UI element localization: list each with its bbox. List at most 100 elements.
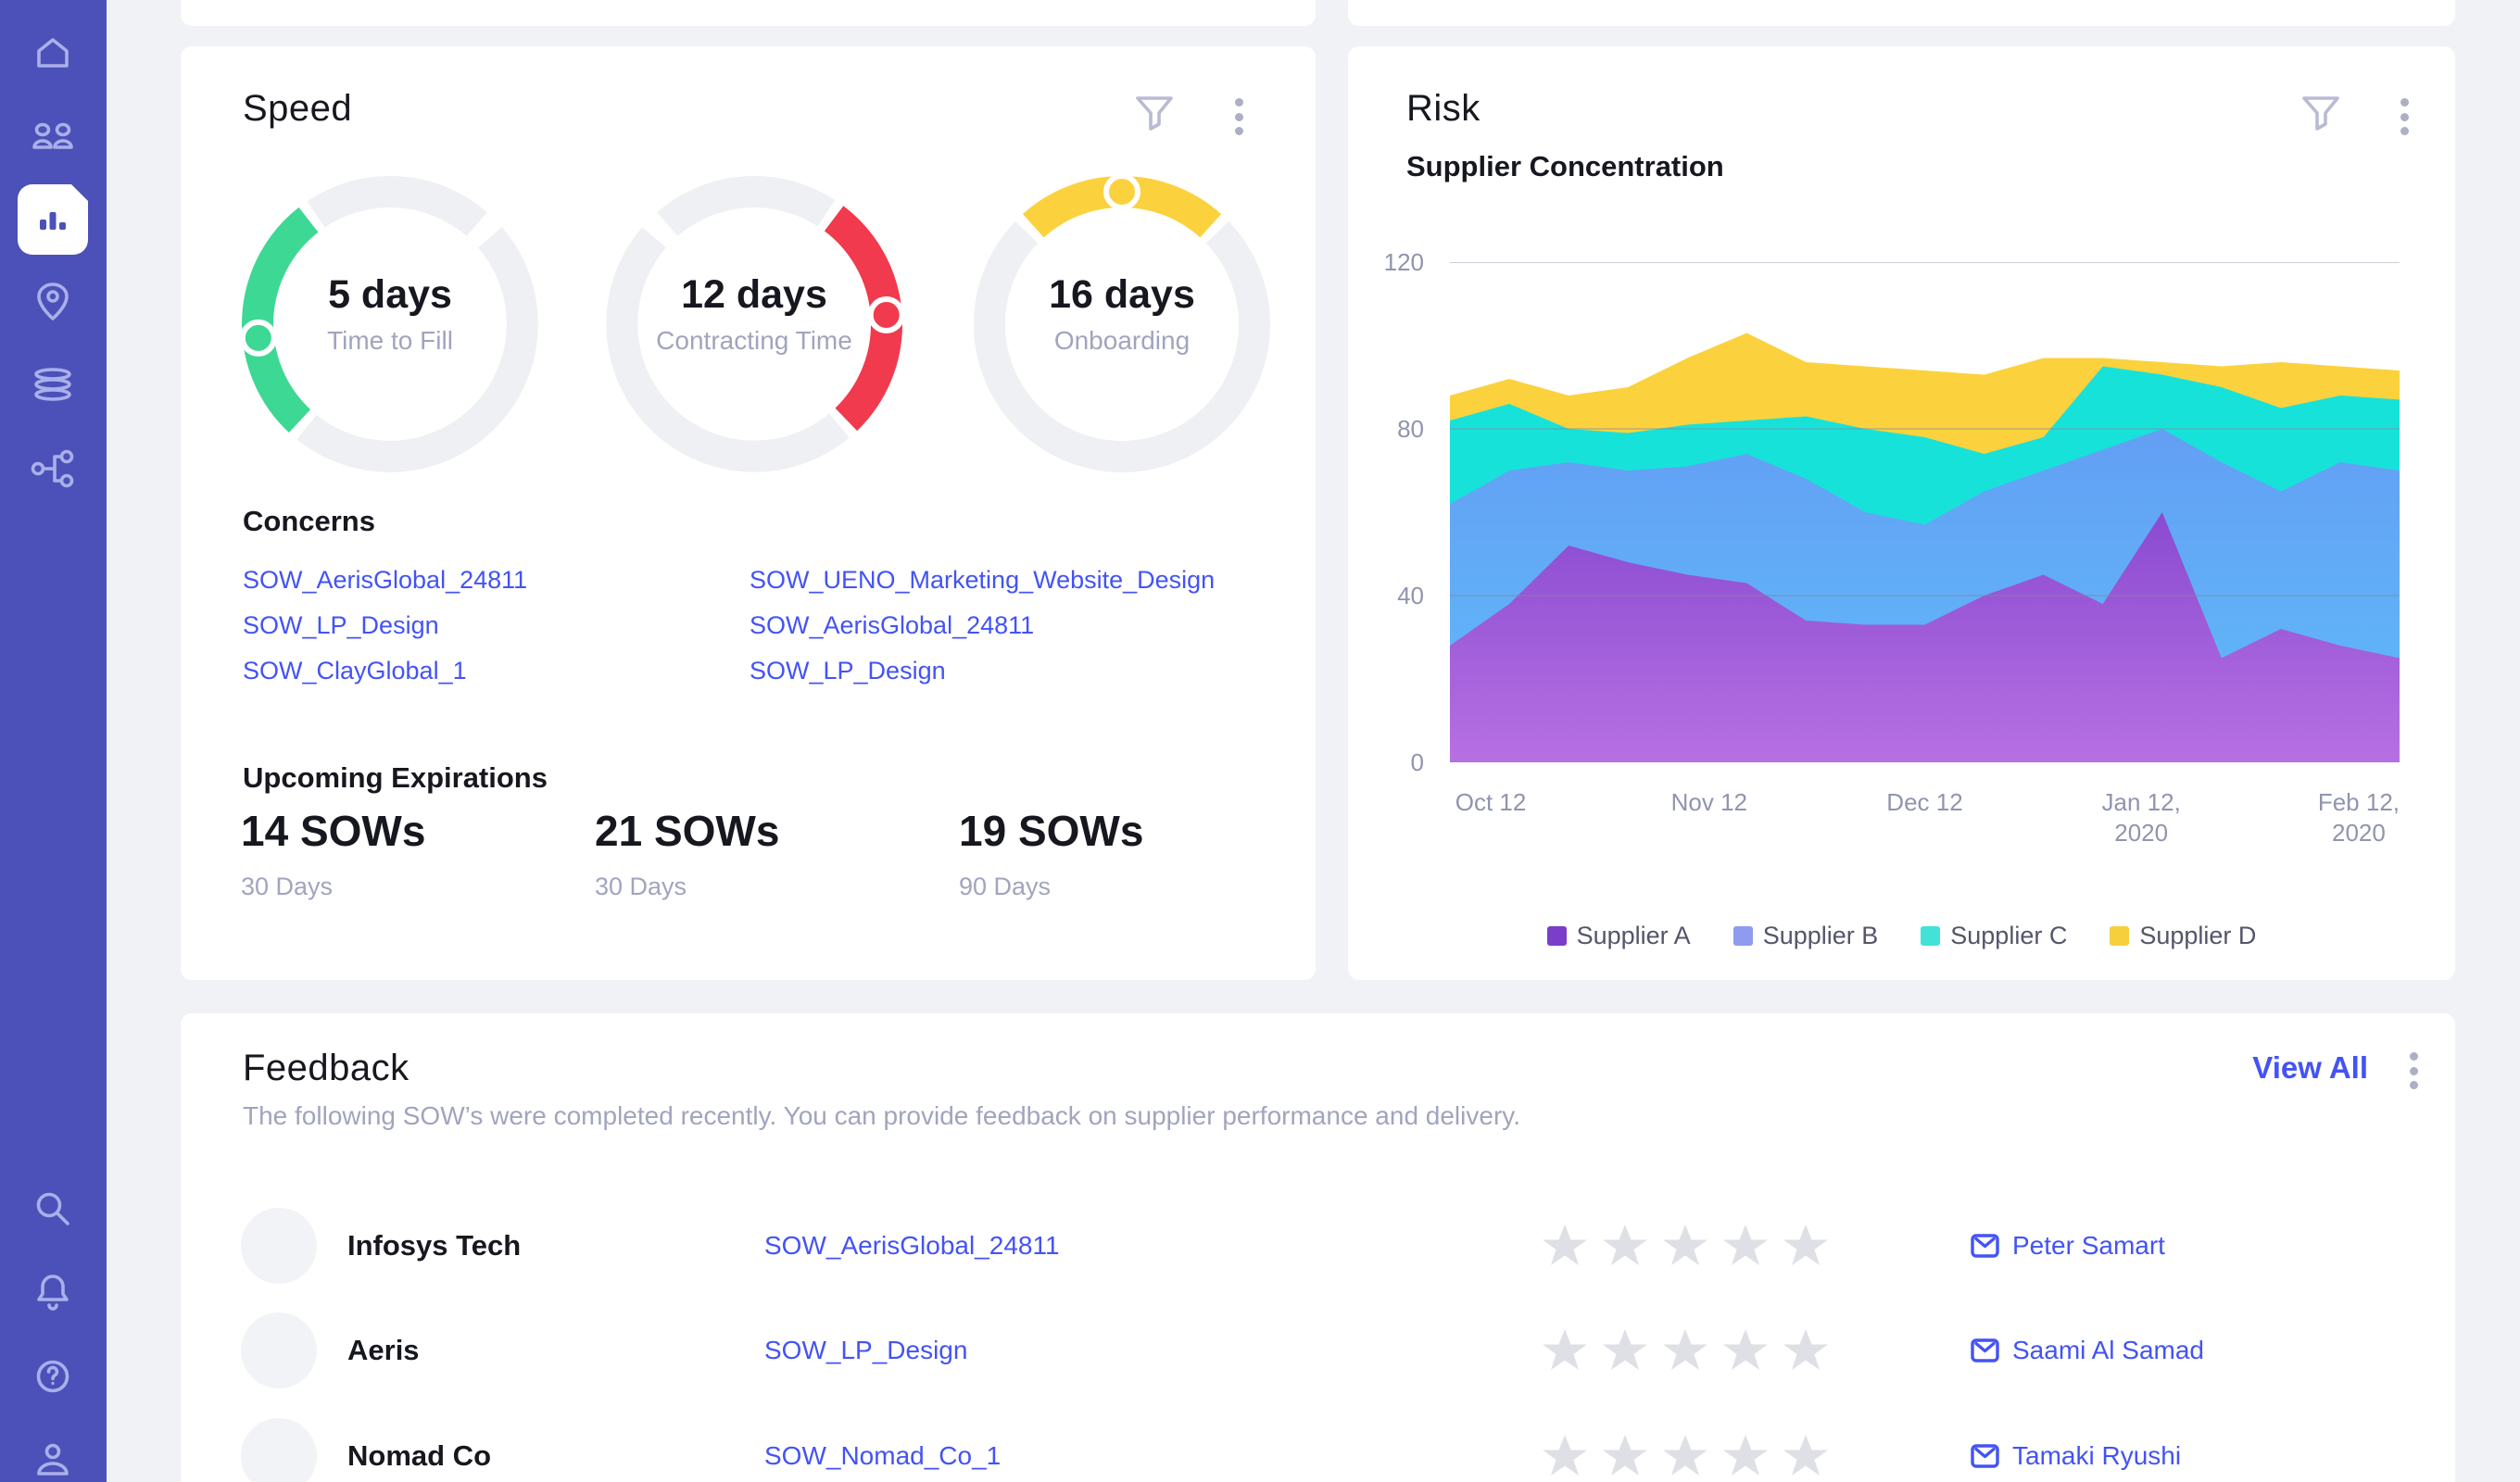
expiration-stat: 19 SOWs 90 Days: [959, 806, 1143, 901]
more-options-icon[interactable]: [2409, 1052, 2418, 1089]
expiration-count: 21 SOWs: [595, 806, 779, 856]
sidebar-item-reports-active[interactable]: [18, 184, 88, 255]
chart-legend: Supplier A Supplier B Supplier C Supplie…: [1348, 922, 2455, 950]
concern-item: SOW_AerisGlobal_24811: [750, 603, 1215, 648]
star-icon[interactable]: [1541, 1433, 1589, 1479]
star-icon[interactable]: [1601, 1223, 1649, 1269]
sidebar-item-team[interactable]: [30, 114, 76, 160]
more-options-icon[interactable]: [2400, 98, 2409, 135]
sow-link[interactable]: SOW_UENO_Marketing_Website_Design: [750, 566, 1215, 594]
filter-icon[interactable]: [2299, 93, 2343, 133]
star-icon[interactable]: [1661, 1223, 1709, 1269]
envelope-icon: [1971, 1444, 1999, 1468]
risk-card-title: Risk: [1406, 88, 1480, 130]
star-icon[interactable]: [1721, 1433, 1770, 1479]
star-rating[interactable]: [1541, 1433, 1830, 1479]
contact-link[interactable]: Saami Al Samad: [1971, 1336, 2204, 1365]
x-tick-label: Nov 12: [1631, 787, 1788, 818]
concern-item: SOW_LP_Design: [750, 648, 1215, 694]
expiration-period: 30 Days: [595, 873, 779, 901]
legend-swatch: [1921, 926, 1940, 946]
risk-card: Risk Supplier Concentration Supplier A S…: [1348, 46, 2455, 980]
star-icon[interactable]: [1541, 1327, 1589, 1374]
view-all-link[interactable]: View All: [2252, 1050, 2368, 1086]
dashboard-page: Speed Concerns SOW_AerisGlobal_24811SOW_…: [0, 0, 2520, 1482]
search-icon: [32, 1187, 74, 1230]
gauge-value: 5 days: [233, 272, 548, 318]
contact-link[interactable]: Tamaki Ryushi: [1971, 1441, 2181, 1471]
star-icon[interactable]: [1601, 1433, 1649, 1479]
sidebar-item-network[interactable]: [30, 446, 76, 492]
more-options-icon[interactable]: [1234, 98, 1243, 135]
sow-link[interactable]: SOW_AerisGlobal_24811: [243, 566, 527, 594]
envelope-icon: [1971, 1338, 1999, 1363]
legend-label: Supplier D: [2139, 922, 2256, 950]
home-icon: [32, 31, 74, 74]
star-icon[interactable]: [1782, 1327, 1830, 1374]
network-icon: [30, 447, 76, 490]
star-icon[interactable]: [1661, 1433, 1709, 1479]
gauge-value: 16 days: [964, 272, 1279, 318]
user-icon: [32, 1438, 74, 1480]
page-fold: [70, 183, 89, 202]
contact-link[interactable]: Peter Samart: [1971, 1231, 2165, 1261]
sidebar-item-notifications[interactable]: [30, 1269, 76, 1315]
legend-swatch: [1733, 926, 1753, 946]
supplier-name: Nomad Co: [347, 1439, 491, 1473]
bar-chart-icon: [32, 199, 73, 240]
sow-link[interactable]: SOW_Nomad_Co_1: [764, 1441, 1001, 1471]
expirations-heading: Upcoming Expirations: [243, 761, 548, 795]
gauge-3: [964, 167, 1279, 482]
legend-label: Supplier A: [1577, 922, 1691, 950]
sidebar-item-search[interactable]: [30, 1186, 76, 1232]
supplier-name: Infosys Tech: [347, 1229, 521, 1262]
expiration-count: 19 SOWs: [959, 806, 1143, 856]
star-rating[interactable]: [1541, 1327, 1830, 1374]
expiration-stat: 21 SOWs 30 Days: [595, 806, 779, 901]
users-icon: [30, 116, 76, 158]
concern-item: SOW_LP_Design: [243, 603, 527, 648]
star-icon[interactable]: [1721, 1223, 1770, 1269]
legend-item-supplier-c: Supplier C: [1921, 922, 2067, 950]
supplier-avatar: [241, 1312, 317, 1388]
filter-icon[interactable]: [1132, 93, 1177, 133]
star-rating[interactable]: [1541, 1223, 1830, 1269]
y-tick-label: 0: [1348, 748, 1424, 777]
speed-card-title: Speed: [243, 88, 352, 130]
supplier-name: Aeris: [347, 1334, 420, 1367]
sow-link[interactable]: SOW_LP_Design: [750, 657, 946, 684]
supplier-avatar: [241, 1208, 317, 1284]
sow-link[interactable]: SOW_LP_Design: [243, 611, 439, 639]
sidebar-item-locations[interactable]: [30, 279, 76, 325]
sidebar-item-home[interactable]: [30, 30, 76, 76]
gauge-ring: [233, 167, 548, 482]
y-tick-label: 40: [1348, 582, 1424, 610]
gauge-label: Time to Fill: [233, 326, 548, 356]
legend-label: Supplier C: [1950, 922, 2067, 950]
concern-item: SOW_UENO_Marketing_Website_Design: [750, 558, 1215, 603]
star-icon[interactable]: [1721, 1327, 1770, 1374]
x-tick-label: Oct 12: [1412, 787, 1569, 818]
expiration-period: 30 Days: [241, 873, 425, 901]
x-tick-label: Feb 12,2020: [2280, 787, 2438, 848]
sow-link[interactable]: SOW_AerisGlobal_24811: [750, 611, 1034, 639]
envelope-icon: [1971, 1234, 1999, 1258]
sidebar: [0, 0, 107, 1482]
supplier-avatar: [241, 1418, 317, 1482]
sow-link[interactable]: SOW_LP_Design: [764, 1336, 967, 1365]
star-icon[interactable]: [1782, 1433, 1830, 1479]
sidebar-item-data[interactable]: [30, 361, 76, 408]
sow-link[interactable]: SOW_ClayGlobal_1: [243, 657, 467, 684]
legend-swatch: [2110, 926, 2129, 946]
legend-item-supplier-d: Supplier D: [2110, 922, 2256, 950]
star-icon[interactable]: [1782, 1223, 1830, 1269]
speed-card: Speed Concerns SOW_AerisGlobal_24811SOW_…: [181, 46, 1316, 980]
star-icon[interactable]: [1601, 1327, 1649, 1374]
star-icon[interactable]: [1661, 1327, 1709, 1374]
sidebar-item-profile[interactable]: [30, 1436, 76, 1482]
star-icon[interactable]: [1541, 1223, 1589, 1269]
y-tick-label: 120: [1348, 248, 1424, 277]
database-icon: [30, 364, 76, 405]
sow-link[interactable]: SOW_AerisGlobal_24811: [764, 1231, 1060, 1261]
sidebar-item-help[interactable]: [30, 1353, 76, 1400]
